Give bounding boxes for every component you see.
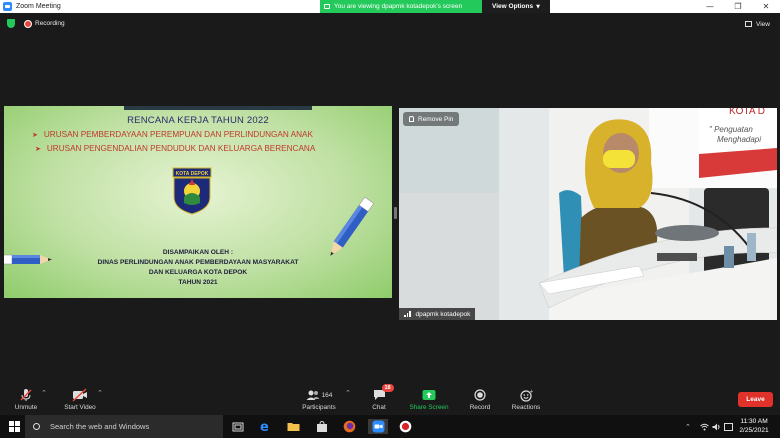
participant-name-tag: dpapmk kotadepok [399, 308, 476, 320]
tray-chevron-up-icon[interactable]: ⌃ [685, 415, 691, 438]
screen-share-banner: You are viewing dpapmk kotadepok's scree… [320, 0, 550, 13]
share-banner-message: You are viewing dpapmk kotadepok's scree… [320, 0, 482, 13]
taskbar-search-box[interactable]: Search the web and Windows [25, 415, 223, 438]
record-button[interactable]: Record [467, 383, 493, 415]
reactions-label: Reactions [511, 404, 541, 411]
record-label: Record [469, 404, 491, 411]
video-feed-image: KOTA D " Penguatan Menghadapi [399, 108, 777, 320]
shared-screen-slide[interactable]: RENCANA KERJA TAHUN 2022 ➤ URUSAN PEMBERD… [4, 106, 392, 298]
svg-text:e: e [260, 420, 269, 433]
share-screen-button[interactable]: Share Screen [407, 383, 451, 415]
recorder-app-icon[interactable] [398, 419, 413, 434]
screen-icon [324, 4, 330, 9]
search-icon [33, 423, 40, 430]
recording-label: Recording [35, 20, 65, 27]
remove-pin-button[interactable]: Remove Pin [403, 112, 460, 126]
participant-name: dpapmk kotadepok [415, 310, 471, 318]
minimize-icon[interactable]: — [698, 0, 722, 13]
clock-date: 2/25/2021 [739, 427, 769, 434]
encryption-shield-icon[interactable] [7, 19, 15, 28]
firefox-icon[interactable] [342, 419, 357, 434]
slide-bullet: ➤ URUSAN PENGENDALIAN PENDUDUK DAN KELUAR… [35, 144, 315, 153]
unmute-label: Unmute [14, 404, 38, 411]
slide-top-bar [124, 106, 312, 110]
participants-label: Participants [302, 404, 336, 411]
windows-taskbar: Search the web and Windows e ⌃ 11:30 AM … [0, 415, 780, 438]
chat-icon: 18 [373, 384, 394, 403]
network-icon[interactable] [700, 415, 709, 438]
meeting-toolbar: Unmute ⌃ Start Video ⌃ 164 Participants … [0, 383, 780, 415]
presenter-line: DAN KELUARGA KOTA DEPOK [148, 269, 248, 276]
grid-view-icon [745, 21, 752, 27]
share-screen-label: Share Screen [409, 404, 449, 411]
edge-browser-icon[interactable]: e [258, 419, 273, 434]
chat-button[interactable]: 18 Chat [368, 383, 394, 415]
participant-video-tile[interactable]: KOTA D " Penguatan Menghadapi Remove Pin… [399, 108, 777, 320]
clock-time: 11:30 AM [740, 418, 768, 425]
chat-unread-badge: 18 [381, 384, 394, 392]
logo-text: KOTA DEPOK [176, 171, 209, 177]
pencil-left-icon [4, 254, 52, 265]
view-options-button[interactable]: View Options ▼ [482, 0, 550, 13]
arrow-bullet-icon: ➤ [35, 145, 41, 153]
zoom-window: Zoom Meeting — ❐ ✕ You are viewing dpapm… [0, 0, 780, 438]
taskbar-clock[interactable]: 11:30 AM 2/25/2021 [738, 417, 770, 435]
participants-button[interactable]: 164 Participants [300, 383, 338, 415]
recording-indicator[interactable]: Recording [24, 18, 65, 29]
pencil-right-icon [330, 196, 374, 256]
reactions-icon: + [519, 387, 533, 403]
video-off-icon [72, 387, 88, 403]
zoom-taskbar-icon[interactable] [368, 419, 388, 434]
close-icon[interactable]: ✕ [754, 0, 778, 13]
svg-text:+: + [529, 389, 533, 395]
pin-icon [409, 116, 414, 122]
kota-depok-logo: KOTA DEPOK [172, 167, 212, 215]
video-options-caret-icon[interactable]: ⌃ [97, 389, 103, 397]
maximize-icon[interactable]: ❐ [726, 0, 750, 13]
view-button[interactable]: View [745, 18, 770, 30]
view-options-label: View Options [492, 3, 534, 10]
start-video-label: Start Video [64, 404, 96, 411]
leave-button[interactable]: Leave [738, 392, 773, 407]
reactions-button[interactable]: + Reactions [510, 383, 542, 415]
volume-icon[interactable] [712, 415, 721, 438]
view-label: View [756, 20, 770, 28]
slide-title: RENCANA KERJA TAHUN 2022 [127, 115, 269, 126]
backdrop-text-mid: " Penguatan [709, 125, 753, 134]
arrow-bullet-icon: ➤ [32, 131, 38, 139]
task-view-icon[interactable] [230, 419, 245, 434]
record-dot-icon [24, 19, 32, 28]
signal-strength-icon [404, 311, 412, 317]
backdrop-text-top: KOTA D [729, 108, 765, 117]
windows-start-icon[interactable] [9, 421, 20, 432]
audio-options-caret-icon[interactable]: ⌃ [41, 389, 47, 397]
slide-bullet-text: URUSAN PEMBERDAYAAN PEREMPUAN DAN PERLIN… [43, 130, 313, 139]
slide-bullet-text: URUSAN PENGENDALIAN PENDUDUK DAN KELUARG… [46, 144, 316, 153]
share-screen-icon [422, 387, 436, 403]
start-video-button[interactable]: Start Video [60, 383, 100, 415]
search-placeholder: Search the web and Windows [50, 422, 150, 431]
share-banner-text: You are viewing dpapmk kotadepok's scree… [334, 3, 463, 10]
slide-bullet: ➤ URUSAN PEMBERDAYAAN PEREMPUAN DAN PERLI… [32, 130, 313, 139]
zoom-app-icon [3, 2, 12, 11]
participants-icon: 164 [306, 387, 333, 403]
record-icon [474, 387, 486, 403]
muted-mic-icon [19, 387, 33, 403]
split-resize-handle[interactable] [394, 207, 397, 219]
participants-count: 164 [321, 391, 333, 399]
participants-options-caret-icon[interactable]: ⌃ [345, 389, 351, 397]
backdrop-text-low: Menghadapi [717, 135, 761, 144]
file-explorer-icon[interactable] [286, 419, 301, 434]
window-title: Zoom Meeting [16, 3, 61, 10]
presenter-line: TAHUN 2021 [178, 279, 218, 286]
store-icon[interactable] [314, 419, 329, 434]
remove-pin-label: Remove Pin [418, 115, 454, 123]
chat-label: Chat [372, 404, 386, 411]
unmute-button[interactable]: Unmute [12, 383, 40, 415]
notification-icon[interactable] [724, 415, 733, 438]
chevron-down-icon: ▼ [536, 3, 540, 10]
